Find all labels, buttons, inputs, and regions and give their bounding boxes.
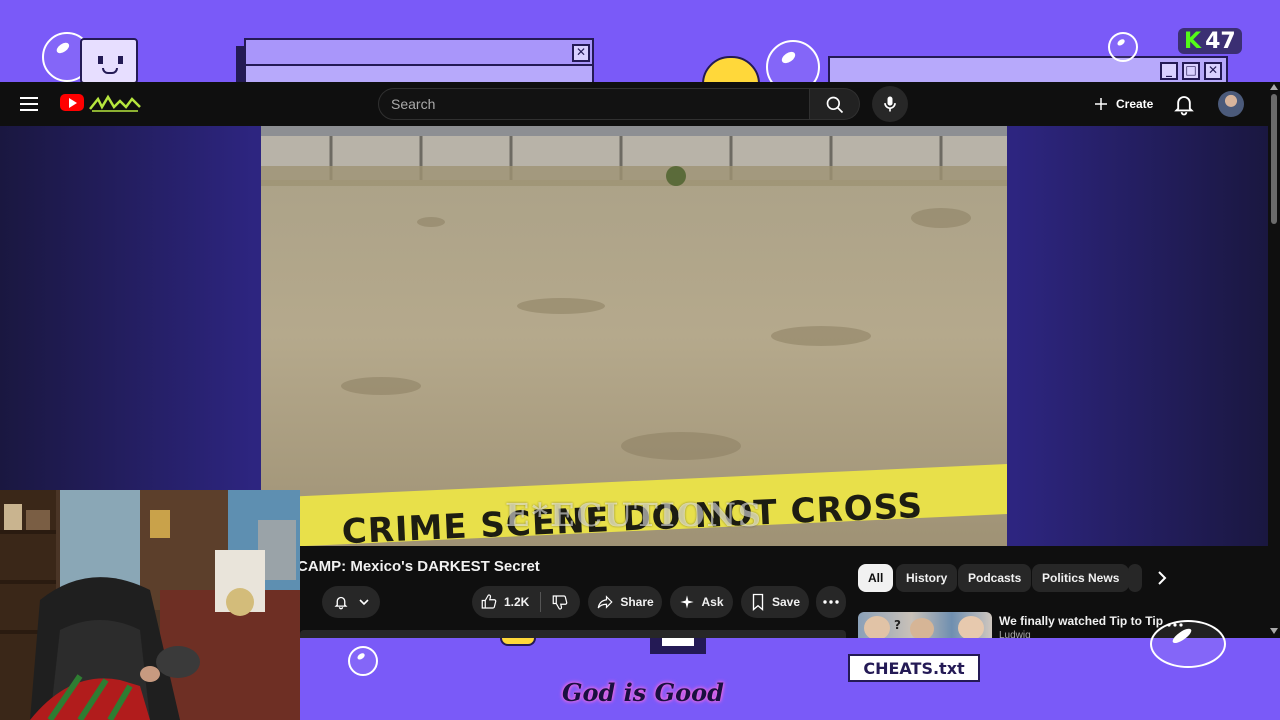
video-frame: CRIME SCENE DO NOT CROSS [261, 126, 1007, 546]
share-button[interactable]: Share [588, 586, 662, 618]
like-dislike-group: 1.2K [472, 586, 580, 618]
chevron-down-icon [359, 599, 369, 606]
bell-icon [334, 596, 348, 610]
bookmark-icon [752, 593, 764, 611]
channel-doodle-logo [89, 94, 141, 112]
bubble-decoration [348, 646, 378, 676]
chip-politics-news[interactable]: Politics News [1032, 564, 1130, 592]
video-overlay-caption: E*ECUTIONS [505, 496, 763, 534]
chip-history[interactable]: History [896, 564, 958, 592]
notifications-button[interactable] [1170, 90, 1198, 118]
page-scrollbar[interactable] [1268, 82, 1280, 638]
search-button[interactable] [810, 88, 860, 120]
create-button[interactable]: Create [1084, 86, 1165, 122]
like-icon [481, 594, 497, 609]
overlay-block-inner [662, 638, 694, 646]
window-maximize-icon: □ [1182, 62, 1200, 80]
sparkle-icon [680, 595, 695, 609]
recommendation-channel[interactable]: Ludwig [999, 630, 1031, 638]
ask-label: Ask [701, 595, 724, 609]
share-label: Share [620, 595, 654, 609]
youtube-header: Create [0, 82, 1268, 126]
tv-mascot-icon [80, 38, 138, 84]
chip-all[interactable]: All [858, 564, 894, 592]
webcam-image [0, 490, 300, 720]
chip-partial[interactable] [1128, 564, 1142, 592]
mic-icon [884, 96, 896, 112]
scroll-down-arrow[interactable] [1270, 628, 1278, 634]
window-close-icon: ✕ [572, 44, 590, 62]
bell-icon [1174, 96, 1194, 116]
god-is-good-text: God is Good [562, 678, 724, 707]
save-label: Save [771, 595, 801, 609]
voice-search-button[interactable] [872, 86, 908, 122]
more-icon [823, 600, 839, 604]
chip-podcasts[interactable]: Podcasts [958, 564, 1032, 592]
webcam-feed [0, 490, 300, 720]
video-title: CAMP: Mexico's DARKEST Secret [297, 558, 540, 575]
create-label: Create [1116, 97, 1154, 111]
menu-icon[interactable] [20, 97, 38, 111]
chips-next-button[interactable] [1150, 566, 1174, 590]
like-count: 1.2K [504, 595, 530, 609]
recommendation-thumbnail[interactable]: ? [858, 612, 992, 638]
more-actions-button[interactable] [816, 586, 846, 618]
subscribe-bell-button[interactable] [322, 586, 380, 618]
dislike-button[interactable] [541, 586, 579, 618]
ask-button[interactable]: Ask [670, 586, 733, 618]
save-button[interactable]: Save [741, 586, 809, 618]
youtube-logo-icon[interactable] [60, 94, 84, 111]
scroll-up-arrow[interactable] [1270, 84, 1278, 90]
share-icon [597, 595, 613, 609]
dislike-icon [552, 595, 568, 610]
overlay-yellow-shape [500, 638, 536, 646]
search-icon [826, 96, 844, 114]
plus-icon [1095, 98, 1107, 110]
overlay-window-left: ✕ [244, 38, 594, 88]
scroll-thumb[interactable] [1271, 94, 1277, 224]
bubble-decoration [1108, 32, 1138, 62]
window-minimize-icon: _ [1160, 62, 1178, 80]
recommendation-title[interactable]: We finally watched Tip to Tip [999, 614, 1163, 628]
window-close-icon: ✕ [1204, 62, 1222, 80]
search-input[interactable] [378, 88, 810, 120]
avatar[interactable] [1218, 91, 1244, 117]
cheats-file-label: CHEATS.txt [848, 654, 980, 682]
video-player[interactable]: CRIME SCENE DO NOT CROSS E*ECUTIONS [261, 126, 1007, 546]
chevron-right-icon [1158, 571, 1167, 585]
bubble-decoration [1150, 620, 1226, 668]
like-button[interactable]: 1.2K [472, 586, 540, 618]
kick-47-logo: K 47 [1178, 28, 1242, 54]
